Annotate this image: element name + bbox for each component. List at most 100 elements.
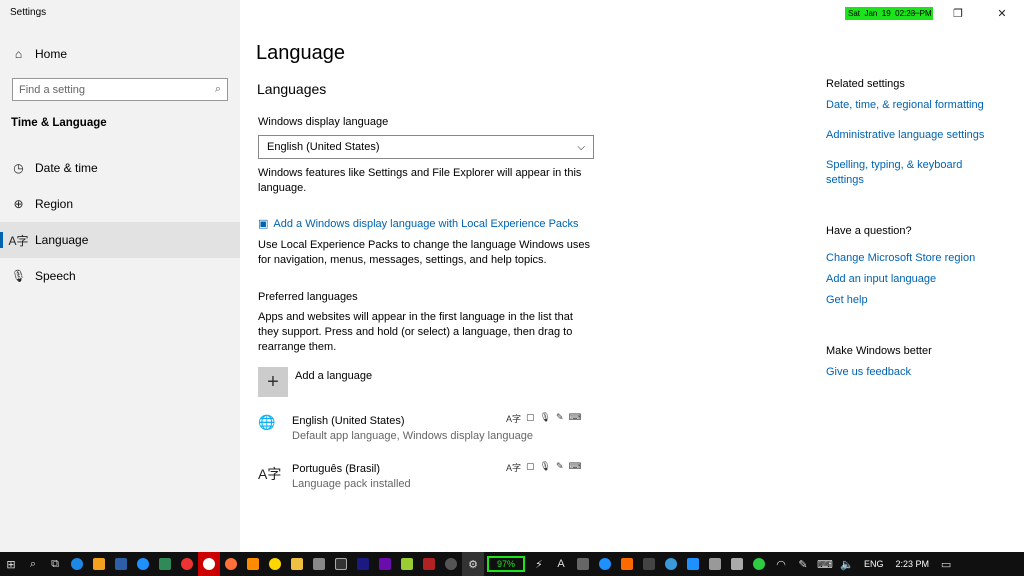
task-view-icon[interactable]: ⧉ xyxy=(44,552,66,576)
administrative-language-link[interactable]: Administrative language settings xyxy=(826,128,984,143)
sidebar-item-region[interactable]: ⊕ Region xyxy=(0,186,240,222)
keyboard-icon[interactable]: ⌨ xyxy=(814,552,836,576)
app-icon[interactable] xyxy=(638,552,660,576)
app-icon[interactable] xyxy=(352,552,374,576)
display-language-label: Windows display language xyxy=(258,116,389,128)
app-icon[interactable] xyxy=(242,552,264,576)
languages-heading: Languages xyxy=(257,81,327,97)
notification-icon[interactable]: ▭ xyxy=(935,552,957,576)
input-language-indicator[interactable]: ENG xyxy=(858,559,890,569)
chrome-icon[interactable] xyxy=(176,552,198,576)
lxp-link-label: Add a Windows display language with Loca… xyxy=(273,218,579,230)
keyboard-icon: ⌨ xyxy=(568,412,582,422)
language-features: A字 ▢ 🎙 ✎ ⌨ xyxy=(506,461,582,474)
minimize-button[interactable]: — xyxy=(892,0,936,26)
display-language-feature-icon: A字 xyxy=(506,414,522,424)
file-explorer-icon[interactable] xyxy=(286,552,308,576)
home-icon: ⌂ xyxy=(14,47,23,61)
sidebar-item-speech[interactable]: 🎙 Speech xyxy=(0,258,240,294)
firefox-icon[interactable] xyxy=(220,552,242,576)
app-icon[interactable] xyxy=(440,552,462,576)
display-language-desc-2: language. xyxy=(258,182,307,194)
section-title: Time & Language xyxy=(11,117,107,129)
handwriting-icon: ✎ xyxy=(555,412,564,422)
power-plug-icon[interactable]: ⚡ xyxy=(528,552,550,576)
globe-icon: ⊕ xyxy=(13,197,24,211)
settings-gear-icon[interactable]: ⚙ xyxy=(462,552,484,576)
app-icon[interactable] xyxy=(132,552,154,576)
search-placeholder: Find a setting xyxy=(19,83,86,96)
app-icon[interactable]: ✎ xyxy=(792,552,814,576)
language-icon: 🌐 xyxy=(258,414,276,430)
close-button[interactable]: ✕ xyxy=(980,0,1024,26)
sidebar-item-language[interactable]: A字 Language xyxy=(0,222,240,258)
app-icon[interactable] xyxy=(572,552,594,576)
search-input[interactable]: Find a setting ⌕ xyxy=(12,78,228,101)
lxp-link[interactable]: ▣ Add a Windows display language with Lo… xyxy=(258,217,579,232)
app-icon[interactable] xyxy=(264,552,286,576)
language-name: English (United States) xyxy=(292,415,405,427)
store-icon: ▣ xyxy=(258,218,269,230)
restore-button[interactable]: ❐ xyxy=(936,0,980,26)
window-caption-buttons: — ❐ ✕ xyxy=(892,0,1024,26)
get-help-link[interactable]: Get help xyxy=(826,293,868,308)
add-language-button[interactable]: + xyxy=(258,367,288,397)
change-store-region-link[interactable]: Change Microsoft Store region xyxy=(826,251,975,266)
taskbar-clock[interactable]: 2:23 PM xyxy=(890,559,936,569)
app-icon[interactable] xyxy=(396,552,418,576)
battery-indicator[interactable]: 97% xyxy=(487,556,525,572)
settings-window: Settings ⌂ Home Find a setting ⌕ Time & … xyxy=(0,0,1024,552)
preferred-desc-2: they support. Press and hold (or select)… xyxy=(258,326,573,338)
app-icon[interactable] xyxy=(726,552,748,576)
wifi-icon[interactable]: ◠ xyxy=(770,552,792,576)
app-icon[interactable] xyxy=(594,552,616,576)
app-icon[interactable] xyxy=(616,552,638,576)
start-icon[interactable]: ⊞ xyxy=(0,552,22,576)
volume-icon[interactable]: 🔈 xyxy=(836,552,858,576)
app-icon[interactable] xyxy=(308,552,330,576)
language-icon: A字 xyxy=(258,466,282,482)
edge-icon[interactable] xyxy=(66,552,88,576)
add-language-label[interactable]: Add a language xyxy=(295,369,372,384)
app-icon[interactable] xyxy=(660,552,682,576)
related-settings-heading: Related settings xyxy=(826,78,905,90)
sidebar-item-home[interactable]: ⌂ Home xyxy=(0,36,240,72)
language-icon: A字 xyxy=(8,233,29,248)
text-to-speech-icon: ▢ xyxy=(526,412,535,422)
opera-icon[interactable] xyxy=(198,552,220,576)
spelling-typing-keyboard-link[interactable]: Spelling, typing, & keyboard xyxy=(826,158,962,173)
microphone-icon: 🎙 xyxy=(10,269,27,283)
display-language-desc-1: Windows features like Settings and File … xyxy=(258,167,582,179)
sidebar-item-label: Speech xyxy=(35,269,76,283)
app-icon[interactable]: A xyxy=(550,552,572,576)
app-icon[interactable] xyxy=(704,552,726,576)
preferred-desc-3: rearrange them. xyxy=(258,341,337,353)
page-title: Language xyxy=(256,42,345,64)
app-icon[interactable] xyxy=(682,552,704,576)
chevron-down-icon: ⌵ xyxy=(577,141,585,153)
spelling-typing-keyboard-link-2[interactable]: settings xyxy=(826,173,864,188)
shield-icon[interactable] xyxy=(748,552,770,576)
search-icon[interactable]: ⌕ xyxy=(22,552,44,576)
app-icon[interactable] xyxy=(374,552,396,576)
handwriting-icon: ✎ xyxy=(555,461,564,471)
give-feedback-link[interactable]: Give us feedback xyxy=(826,365,911,380)
language-status: Language pack installed xyxy=(292,478,411,490)
clock-icon: ◷ xyxy=(13,161,24,175)
search-icon: ⌕ xyxy=(214,83,221,95)
sidebar-item-label: Language xyxy=(35,233,89,247)
app-icon[interactable] xyxy=(418,552,440,576)
app-icon[interactable] xyxy=(154,552,176,576)
speech-recognition-icon: 🎙 xyxy=(539,412,551,422)
app-icon[interactable] xyxy=(88,552,110,576)
sidebar-item-date-time[interactable]: ◷ Date & time xyxy=(0,150,240,186)
date-time-regional-link[interactable]: Date, time, & regional formatting xyxy=(826,98,984,113)
terminal-icon[interactable] xyxy=(330,552,352,576)
lxp-desc-1: Use Local Experience Packs to change the… xyxy=(258,239,591,251)
preferred-desc-1: Apps and websites will appear in the fir… xyxy=(258,311,573,323)
add-input-language-link[interactable]: Add an input language xyxy=(826,272,936,287)
app-icon[interactable] xyxy=(110,552,132,576)
display-language-feature-icon: A字 xyxy=(506,463,522,473)
language-name: Português (Brasil) xyxy=(292,463,381,475)
display-language-dropdown[interactable]: English (United States) ⌵ xyxy=(258,135,594,159)
